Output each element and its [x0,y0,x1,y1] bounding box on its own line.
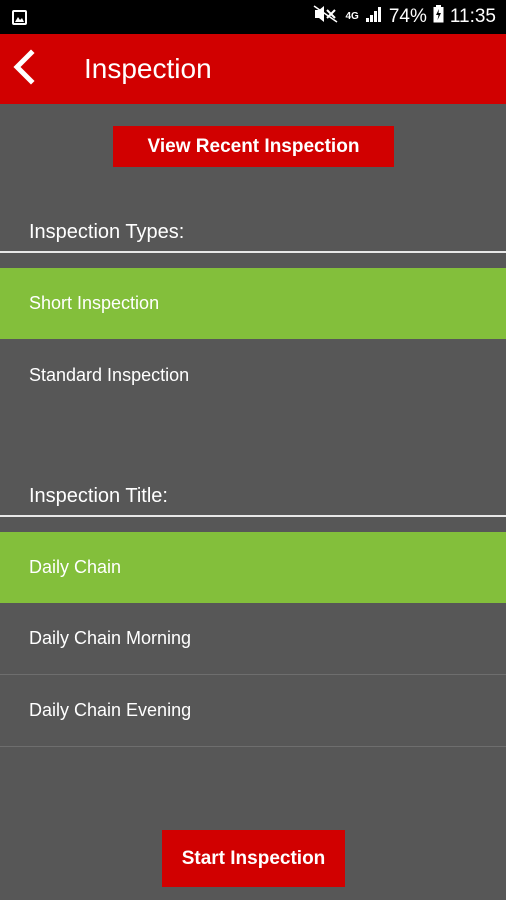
list-item-label: Daily Chain Evening [29,700,192,720]
inspection-type-short[interactable]: Short Inspection [0,268,506,339]
inspection-types-label: Inspection Types: [29,221,185,243]
list-item-label: Daily Chain Morning [29,628,192,648]
section-divider [0,251,506,253]
inspection-title-label: Inspection Title: [29,485,168,507]
status-bar: 4G 74% 11:35 [0,0,506,34]
network-type: 4G [345,11,359,22]
inspection-title-daily-chain[interactable]: Daily Chain [0,532,506,603]
list-item-label: Standard Inspection [29,365,190,385]
battery-icon [433,5,444,29]
back-button[interactable] [0,34,48,104]
app-bar: Inspection [0,34,506,104]
clock: 11:35 [449,6,496,27]
inspection-title-daily-chain-evening[interactable]: Daily Chain Evening [0,675,506,746]
row-divider [0,746,506,747]
page-title: Inspection [84,53,212,84]
start-inspection-button[interactable]: Start Inspection [162,830,345,887]
inspection-type-standard[interactable]: Standard Inspection [0,340,506,411]
section-divider [0,515,506,517]
list-item-label: Daily Chain [29,557,122,577]
battery-percent: 74% [388,6,427,27]
gallery-notification-icon [11,9,28,26]
view-recent-inspection-button[interactable]: View Recent Inspection [113,126,394,167]
mute-icon [313,5,339,29]
signal-icon [365,5,383,29]
chevron-left-icon [11,48,37,90]
list-item-label: Short Inspection [29,293,160,313]
inspection-title-daily-chain-morning[interactable]: Daily Chain Morning [0,603,506,674]
